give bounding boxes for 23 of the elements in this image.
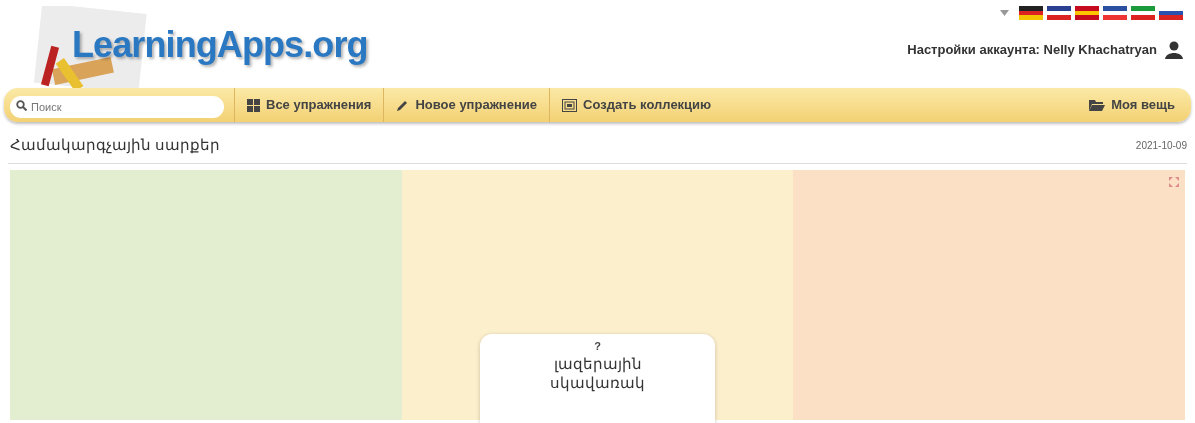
nav-link[interactable]: Все упражнения — [235, 95, 384, 115]
flag-icon[interactable] — [1103, 6, 1127, 20]
card-text: լազերային սկավառակ — [549, 354, 646, 392]
logo-text[interactable]: LearningApps.org — [72, 18, 368, 72]
app-date: 2021-10-09 — [1135, 138, 1187, 153]
account-link[interactable]: Настройки аккаунта: Nelly Khachatryan — [907, 40, 1157, 60]
search-field[interactable]: Поиск — [10, 96, 224, 118]
user-icon[interactable] — [1165, 40, 1183, 59]
dropdown-icon[interactable] — [1000, 10, 1009, 16]
grid-icon — [247, 98, 260, 112]
nav-link[interactable]: Создать коллекцию — [550, 95, 724, 115]
flag-icon[interactable] — [1131, 6, 1155, 20]
folder-icon — [1089, 98, 1106, 112]
search-icon — [16, 100, 27, 111]
collection-icon — [562, 98, 577, 112]
flag-icon[interactable] — [1019, 6, 1043, 20]
app-title: Համակարգչային սարքեր — [10, 135, 221, 156]
answer-card[interactable]: ? լազերային սկավառակ — [480, 333, 715, 423]
nav-link[interactable]: Моя вещь — [1089, 95, 1175, 115]
flag-icon[interactable] — [1047, 6, 1071, 20]
nav-link[interactable]: Новое упражнение — [384, 95, 549, 115]
hint-mark: ? — [594, 338, 601, 354]
pencil-icon — [396, 98, 410, 112]
